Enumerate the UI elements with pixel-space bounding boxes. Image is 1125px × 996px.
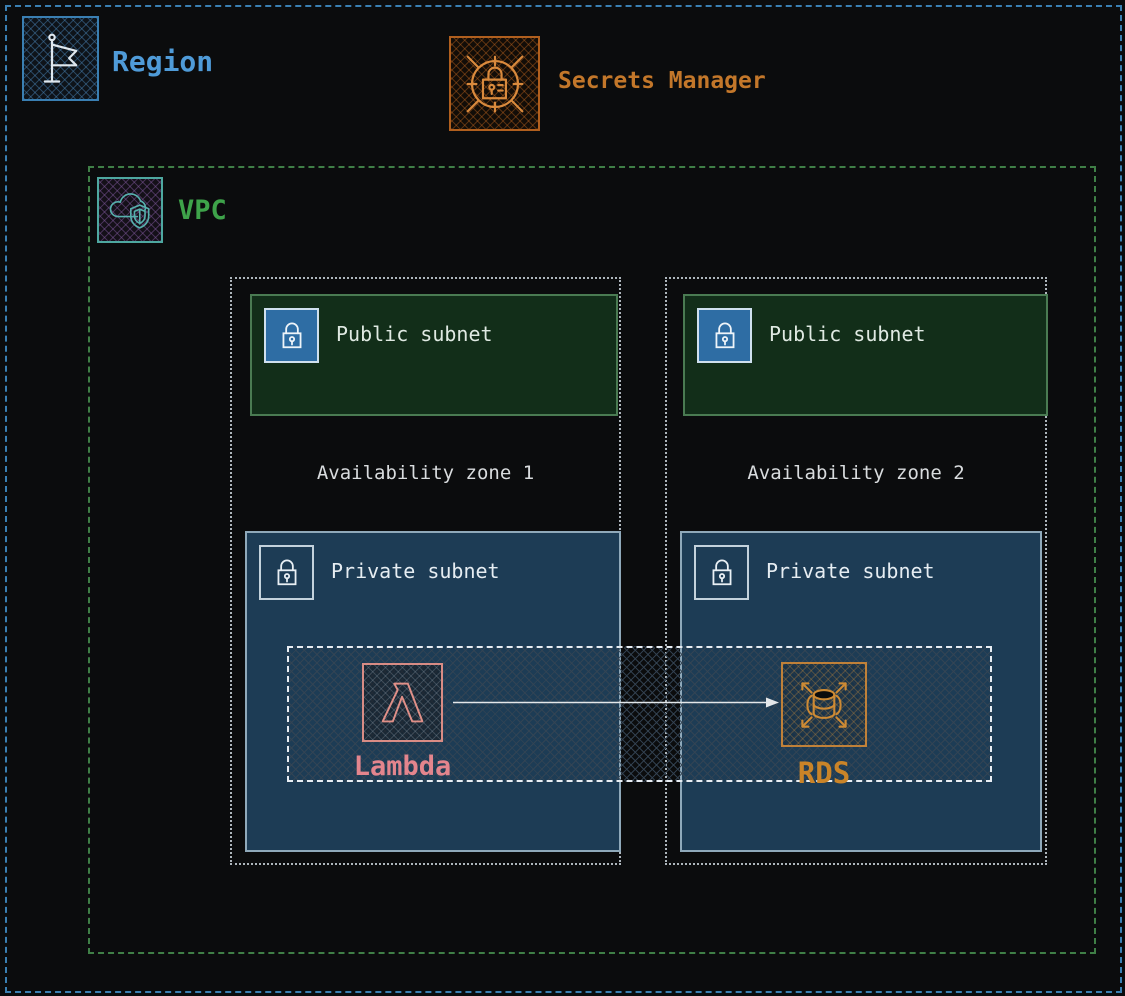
region-flag-icon — [22, 16, 99, 101]
az2-label: Availability zone 2 — [747, 462, 965, 484]
private-subnet-label: Private subnet — [331, 559, 500, 583]
lambda-node: Lambda — [352, 663, 453, 782]
vpc-cloud-shield-icon — [97, 177, 163, 243]
lambda-label: Lambda — [353, 751, 452, 782]
rds-database-icon — [781, 662, 867, 747]
lock-icon — [259, 545, 314, 600]
lock-icon — [697, 308, 752, 363]
lock-icon — [264, 308, 319, 363]
rds-label: RDS — [797, 756, 851, 790]
public-subnet-label: Public subnet — [336, 322, 493, 346]
region-label: Region — [112, 45, 214, 78]
az1-label: Availability zone 1 — [316, 462, 535, 484]
lambda-to-rds-arrow — [453, 697, 779, 708]
vpc-label: VPC — [178, 195, 227, 226]
private-subnet-label: Private subnet — [766, 559, 935, 583]
public-subnet-az2: Public subnet — [683, 294, 1048, 416]
secrets-manager-icon — [449, 36, 540, 131]
diagram-canvas: Region Secrets Manager VPC Public subnet… — [0, 0, 1125, 996]
secrets-manager-label: Secrets Manager — [558, 68, 766, 94]
public-subnet-az1: Public subnet — [250, 294, 618, 416]
public-subnet-label: Public subnet — [769, 322, 926, 346]
lock-icon — [694, 545, 749, 600]
lambda-icon — [362, 663, 443, 742]
rds-node: RDS — [771, 662, 877, 790]
